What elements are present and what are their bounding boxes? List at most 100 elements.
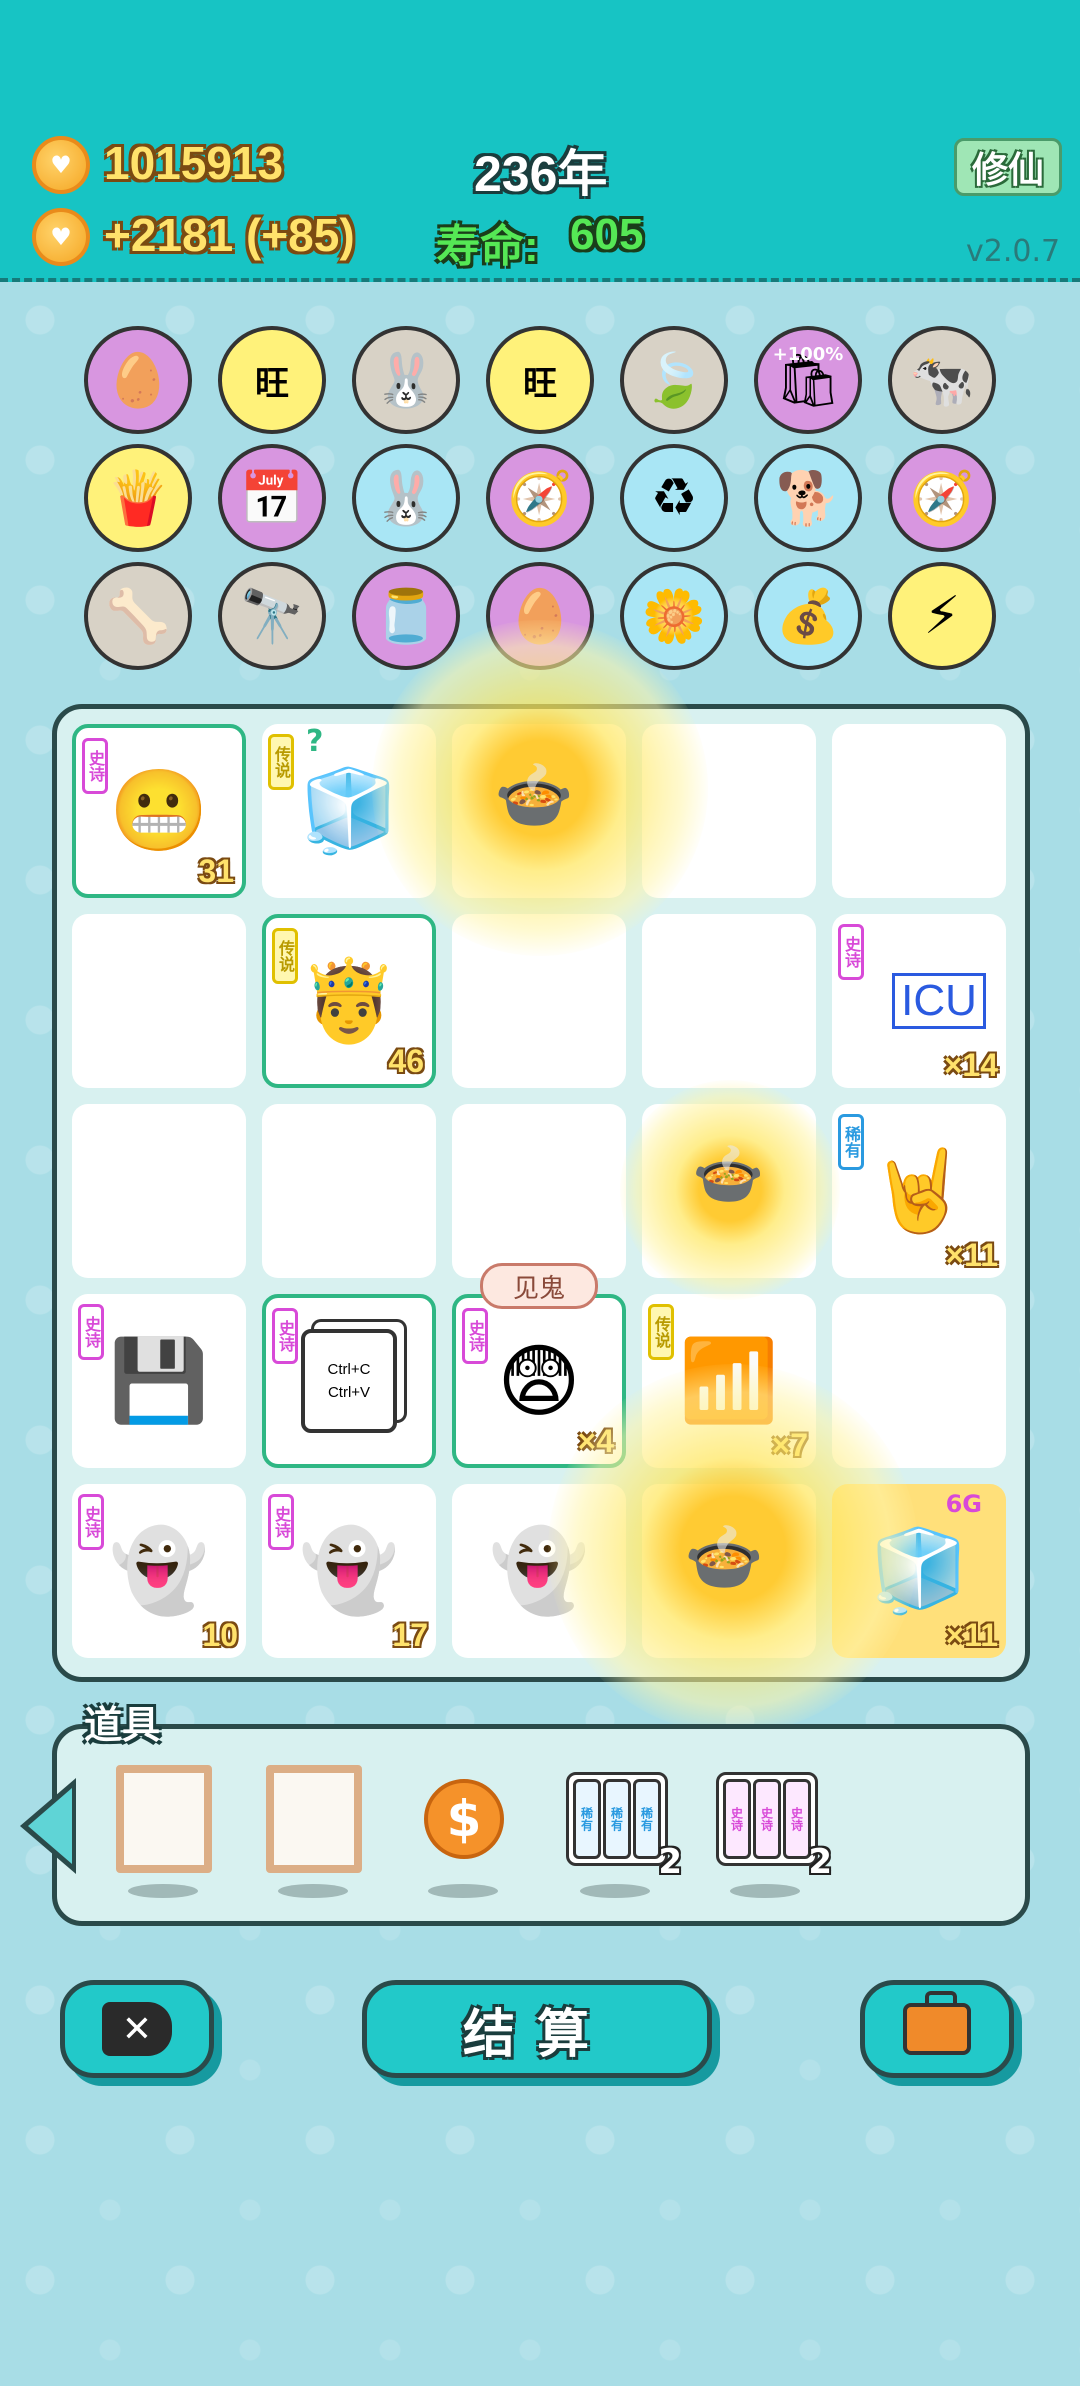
cell-count: 46 — [388, 1043, 424, 1079]
inventory-button[interactable] — [860, 1980, 1014, 2078]
item-shadow — [730, 1884, 800, 1898]
board-cell[interactable]: 🤘 稀有 ×11 — [832, 1104, 1006, 1278]
coin-total: 1015913 — [104, 137, 284, 189]
board-cell[interactable] — [642, 914, 816, 1088]
jar-icon[interactable]: 🫙 — [352, 562, 460, 670]
6g-badge: 6G — [945, 1490, 982, 1518]
board-cell[interactable]: 👻 — [452, 1484, 626, 1658]
card-label: 史诗 — [783, 1779, 811, 1859]
board-cell[interactable]: ICU 史诗 ×14 — [832, 914, 1006, 1088]
coin-icon: ♥ — [32, 136, 90, 194]
pressure-cooker-icon: 🍲 — [684, 1521, 764, 1595]
wang-tiles-icon[interactable]: 旺 — [218, 326, 326, 434]
cell-count: ×7 — [771, 1427, 808, 1463]
board-cell[interactable] — [832, 724, 1006, 898]
wang-tiles-icon[interactable]: 旺 — [486, 326, 594, 434]
compass-icon[interactable]: 🧭 — [888, 444, 996, 552]
shortcut-text: Ctrl+C — [327, 1361, 371, 1378]
board-cell[interactable] — [72, 914, 246, 1088]
sack-icon[interactable]: 💰 — [754, 562, 862, 670]
cell-count: ×14 — [943, 1047, 998, 1083]
pressure-cooker-icon: 🍲 — [692, 1140, 765, 1208]
rarity-tag: 史诗 — [838, 924, 864, 980]
item-slot-3[interactable]: $ — [414, 1764, 514, 1874]
board-cell[interactable]: 👻 史诗 10 — [72, 1484, 246, 1658]
egg-icon[interactable]: 🥚 — [84, 326, 192, 434]
close-button[interactable]: ✕ — [60, 1980, 214, 2078]
card-label: 稀有 — [573, 1779, 601, 1859]
xiuxian-button[interactable]: 修仙 — [954, 138, 1062, 196]
lifespan-value: 605 — [570, 210, 644, 259]
card-label: 稀有 — [603, 1779, 631, 1859]
board-cell[interactable]: 😬 史诗 31 — [72, 724, 246, 898]
item-slot-5[interactable]: 史诗 史诗 史诗 2 — [712, 1764, 832, 1882]
shortcut-text: Ctrl+V — [327, 1384, 371, 1401]
arrow-left-icon — [28, 1788, 72, 1864]
triple-epic-card-icon: 史诗 史诗 史诗 — [716, 1772, 818, 1866]
board-cell[interactable]: Ctrl+C Ctrl+V 史诗 — [262, 1294, 436, 1468]
item-shadow — [278, 1884, 348, 1898]
item-slot-1[interactable] — [114, 1764, 214, 1874]
rarity-tag: 传说 — [648, 1304, 674, 1360]
cell-count: ×11 — [945, 1617, 998, 1653]
board-cell[interactable]: 🧊? 传说 — [262, 724, 436, 898]
board-cell[interactable]: 📶 传说 ×7 — [642, 1294, 816, 1468]
frame-icon — [116, 1765, 212, 1873]
item-shadow — [428, 1884, 498, 1898]
version-label: v2.0.7 — [966, 234, 1061, 269]
dollar-coin-icon: $ — [424, 1779, 504, 1859]
board-cell[interactable]: 🤴 传说 46 — [262, 914, 436, 1088]
flour-bag-icon[interactable]: 🛍 +100% — [754, 326, 862, 434]
lightning-icon[interactable]: ⚡ — [888, 562, 996, 670]
year-counter: 236年 — [474, 146, 608, 202]
triple-rare-card-icon: 稀有 稀有 稀有 — [566, 1772, 668, 1866]
rarity-tag: 史诗 — [78, 1304, 104, 1360]
board-cell[interactable] — [72, 1104, 246, 1278]
rarity-tag: 史诗 — [268, 1494, 294, 1550]
card-label: 史诗 — [723, 1779, 751, 1859]
cows-icon[interactable]: 🐄 — [888, 326, 996, 434]
board-cell[interactable] — [642, 724, 816, 898]
item-count: 2 — [658, 1842, 682, 1882]
item-slot-2[interactable] — [264, 1764, 364, 1874]
board-cell[interactable] — [832, 1294, 1006, 1468]
leaf-icon[interactable]: 🍃 — [620, 326, 728, 434]
board-cell[interactable]: 😨 史诗 ×4 — [452, 1294, 626, 1468]
cell-count: 31 — [198, 853, 234, 889]
cell-count: 10 — [202, 1617, 238, 1653]
binoculars-icon[interactable]: 🔭 — [218, 562, 326, 670]
item-shadow — [128, 1884, 198, 1898]
board-cell[interactable] — [262, 1104, 436, 1278]
ghost-speech-bubble: 见鬼 — [480, 1263, 598, 1309]
board-cell[interactable]: 👻 史诗 17 — [262, 1484, 436, 1658]
ghost-coins-icon: 👻 — [489, 1524, 589, 1617]
coin-icon: ♥ — [32, 208, 90, 266]
pet-bowl-icon[interactable]: 🦴 — [84, 562, 192, 670]
board-cell[interactable] — [452, 914, 626, 1088]
buff-bonus-label: +100% — [772, 344, 844, 365]
cool-dog-icon[interactable]: 🐕 — [754, 444, 862, 552]
rarity-tag: 传说 — [272, 928, 298, 984]
fries-icon[interactable]: 🍟 — [84, 444, 192, 552]
board-cell[interactable]: 💾 史诗 — [72, 1294, 246, 1468]
board-cell[interactable]: 🧊 6G ×11 — [832, 1484, 1006, 1658]
calendar-icon[interactable]: 📅 — [218, 444, 326, 552]
settle-label: 结算 — [462, 2004, 611, 2065]
egg-icon[interactable]: 🥚 — [486, 562, 594, 670]
items-title: 道具 — [84, 1703, 161, 1747]
settle-button[interactable]: 结算 — [362, 1980, 712, 2078]
rarity-tag: 史诗 — [462, 1308, 488, 1364]
card-label: 稀有 — [633, 1779, 661, 1859]
coin-income: +2181 (+85) — [104, 209, 355, 261]
rabbit-icon[interactable]: 🐰 — [352, 326, 460, 434]
compass-icon[interactable]: 🧭 — [486, 444, 594, 552]
board-cell[interactable] — [452, 1104, 626, 1278]
top-status-bar: ♥ 1015913 ♥ +2181 (+85) 236年 寿命: 605 修仙 … — [0, 0, 1080, 282]
rarity-tag: 稀有 — [838, 1114, 864, 1170]
item-slot-4[interactable]: 稀有 稀有 稀有 2 — [562, 1764, 682, 1882]
item-shadow — [580, 1884, 650, 1898]
rabbit-icon[interactable]: 🐰 — [352, 444, 460, 552]
trash-bag-icon[interactable]: ♻ — [620, 444, 728, 552]
card-label: 史诗 — [753, 1779, 781, 1859]
flower-pot-icon[interactable]: 🌼 — [620, 562, 728, 670]
